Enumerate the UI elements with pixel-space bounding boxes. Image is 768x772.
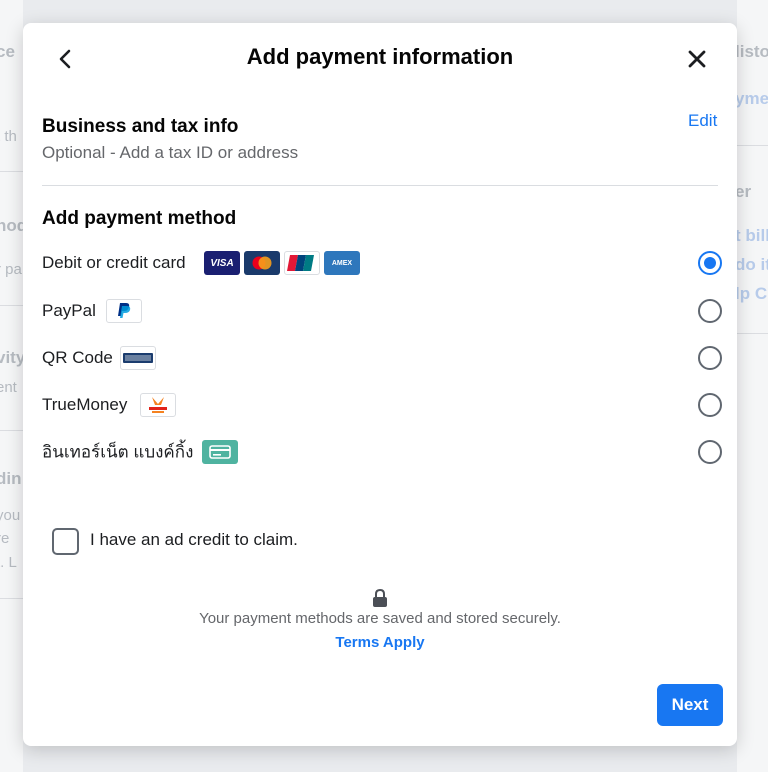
background-page-right: listo ymer er t bill do it lp C — [737, 0, 768, 772]
paypal-logo — [106, 299, 142, 323]
bg-fragment: er — [737, 182, 752, 201]
radio-card[interactable] — [698, 251, 722, 275]
bg-fragment: t. L — [0, 554, 17, 571]
close-button[interactable] — [683, 45, 711, 73]
bg-fragment: ent — [0, 379, 17, 396]
bg-fragment: ymer — [737, 89, 768, 108]
truemoney-logo — [140, 393, 176, 417]
bg-fragment: r pa — [0, 261, 22, 278]
amex-logo: AMEX — [324, 251, 360, 275]
payment-option-label: TrueMoney — [42, 395, 128, 414]
dialog-title: Add payment information — [246, 44, 514, 69]
payment-method-title: Add payment method — [42, 208, 237, 229]
payment-option-truemoney[interactable]: TrueMoney — [42, 387, 724, 423]
bg-fragment: you — [0, 507, 21, 524]
close-icon — [688, 50, 706, 68]
next-button[interactable]: Next — [657, 684, 723, 726]
payment-option-qr-code[interactable]: QR Code — [42, 340, 724, 376]
visa-logo: VISA — [204, 251, 240, 275]
bg-fragment: re — [0, 530, 10, 547]
payment-option-internet-banking[interactable]: อินเทอร์เน็ต แบงค์กิ้ง — [42, 434, 724, 470]
terms-row: Terms Apply — [23, 634, 737, 651]
ad-credit-checkbox[interactable] — [52, 528, 79, 555]
edit-business-link[interactable]: Edit — [688, 111, 717, 131]
section-divider — [42, 185, 718, 186]
bg-fragment: hod — [0, 216, 23, 235]
background-page-left: ce t th hod r pa vity ent din you re t. … — [0, 0, 23, 772]
business-tax-title: Business and tax info — [42, 116, 239, 137]
payment-option-label: PayPal — [42, 301, 96, 320]
bg-fragment: t bill — [737, 226, 768, 245]
business-tax-subtitle: Optional - Add a tax ID or address — [42, 143, 299, 162]
payment-option-paypal[interactable]: PayPal — [42, 293, 724, 329]
radio-paypal[interactable] — [698, 299, 722, 323]
bg-fragment: t th — [0, 128, 17, 145]
add-payment-dialog: Add payment information Business and tax… — [23, 23, 737, 746]
security-notice: Your payment methods are saved and store… — [199, 610, 561, 627]
mastercard-logo — [244, 251, 280, 275]
payment-option-label: QR Code — [42, 348, 113, 367]
payment-option-card[interactable]: Debit or credit card VISA AMEX — [42, 245, 724, 281]
bg-fragment: do it — [737, 255, 768, 274]
radio-internet-banking[interactable] — [698, 440, 722, 464]
payment-option-label: อินเทอร์เน็ต แบงค์กิ้ง — [42, 442, 194, 462]
radio-truemoney[interactable] — [698, 393, 722, 417]
radio-qr-code[interactable] — [698, 346, 722, 370]
bg-fragment: lp C — [737, 284, 768, 303]
bg-fragment: listo — [737, 42, 768, 61]
unionpay-logo — [284, 251, 320, 275]
bg-fragment: ce — [0, 42, 15, 61]
bg-fragment: vity — [0, 348, 23, 367]
bank-card-icon — [202, 440, 238, 464]
lock-icon — [373, 589, 387, 607]
bg-fragment: din — [0, 469, 22, 488]
terms-apply-link[interactable]: Terms Apply — [335, 634, 424, 651]
card-logos: VISA AMEX — [204, 251, 360, 275]
ad-credit-label[interactable]: I have an ad credit to claim. — [90, 530, 298, 550]
promptpay-logo — [120, 346, 156, 370]
payment-option-label: Debit or credit card — [42, 253, 186, 272]
